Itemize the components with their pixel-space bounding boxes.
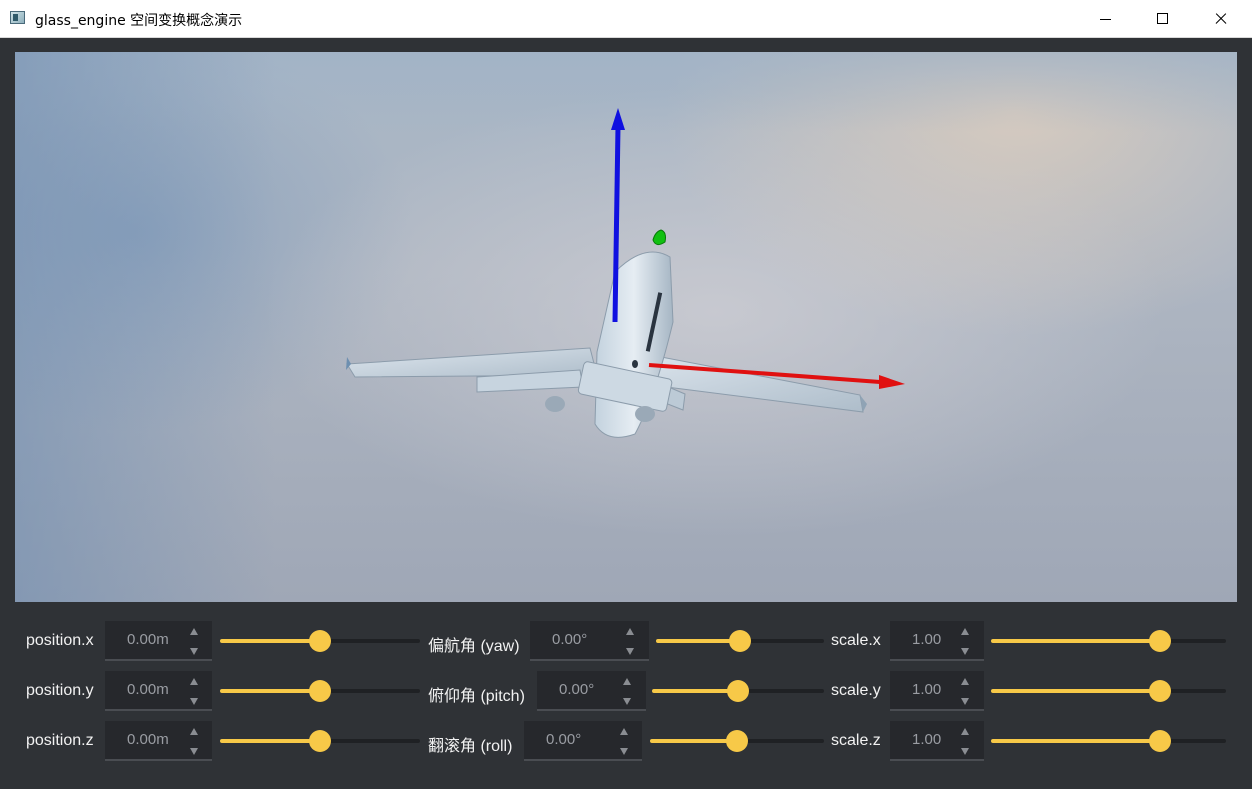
scale-x-value: 1.00 — [912, 631, 942, 648]
scale-z-slider[interactable] — [991, 730, 1226, 752]
pitch-spinbox[interactable]: 0.00° — [537, 671, 646, 711]
scale-x-label: scale.x — [831, 632, 881, 649]
decrement-arrow-icon[interactable] — [620, 748, 628, 755]
yaw-slider-handle[interactable] — [729, 630, 751, 652]
scene-render — [346, 108, 905, 438]
position-y-label: position.y — [26, 682, 94, 699]
position-z-slider-handle[interactable] — [309, 730, 331, 752]
pitch-slider-handle[interactable] — [727, 680, 749, 702]
roll-value: 0.00° — [546, 731, 582, 748]
yaw-value: 0.00° — [552, 631, 588, 648]
increment-arrow-icon[interactable] — [620, 728, 628, 735]
roll-slider-fill — [650, 739, 737, 743]
roll-spinbox[interactable]: 0.00° — [524, 721, 642, 761]
increment-arrow-icon[interactable] — [190, 728, 198, 735]
scale-z-spinbox[interactable]: 1.00 — [890, 721, 984, 761]
yaw-label: 偏航角 (yaw) — [428, 638, 520, 655]
position-z-label: position.z — [26, 732, 94, 749]
position-z-slider[interactable] — [220, 730, 420, 752]
scale-z-slider-handle[interactable] — [1149, 730, 1172, 752]
decrement-arrow-icon[interactable] — [626, 648, 634, 655]
decrement-arrow-icon[interactable] — [961, 698, 969, 705]
increment-arrow-icon[interactable] — [190, 678, 198, 685]
pitch-value: 0.00° — [559, 681, 595, 698]
position-y-spinbox[interactable]: 0.00m — [105, 671, 212, 711]
position-y-value: 0.00m — [127, 681, 169, 698]
scale-y-slider-fill — [991, 689, 1161, 693]
position-z-slider-fill — [220, 739, 320, 743]
app-window-icon — [10, 11, 25, 24]
roll-slider-handle[interactable] — [726, 730, 748, 752]
position-y-slider[interactable] — [220, 680, 420, 702]
scale-y-label: scale.y — [831, 682, 881, 699]
maximize-button[interactable] — [1134, 0, 1192, 38]
decrement-arrow-icon[interactable] — [623, 698, 631, 705]
pitch-label: 俯仰角 (pitch) — [428, 688, 525, 705]
position-z-value: 0.00m — [127, 731, 169, 748]
3d-viewport[interactable] — [15, 52, 1237, 602]
pitch-slider[interactable] — [652, 680, 824, 702]
roll-label: 翻滚角 (roll) — [428, 738, 513, 755]
scale-x-slider-fill — [991, 639, 1161, 643]
scale-z-value: 1.00 — [912, 731, 942, 748]
decrement-arrow-icon[interactable] — [961, 748, 969, 755]
scale-y-value: 1.00 — [912, 681, 942, 698]
scale-y-slider-handle[interactable] — [1149, 680, 1172, 702]
scale-y-slider[interactable] — [991, 680, 1226, 702]
increment-arrow-icon[interactable] — [961, 678, 969, 685]
scale-y-spinbox[interactable]: 1.00 — [890, 671, 984, 711]
increment-arrow-icon[interactable] — [961, 728, 969, 735]
position-x-label: position.x — [26, 632, 94, 649]
pitch-slider-fill — [652, 689, 738, 693]
close-button[interactable] — [1192, 0, 1250, 38]
increment-arrow-icon[interactable] — [190, 628, 198, 635]
airplane-model — [346, 251, 867, 438]
increment-arrow-icon[interactable] — [961, 628, 969, 635]
yaw-slider-fill — [656, 639, 740, 643]
position-x-slider[interactable] — [220, 630, 420, 652]
increment-arrow-icon[interactable] — [623, 678, 631, 685]
position-x-slider-handle[interactable] — [309, 630, 331, 652]
scale-x-spinbox[interactable]: 1.00 — [890, 621, 984, 661]
scale-x-slider-handle[interactable] — [1149, 630, 1172, 652]
minimize-button[interactable] — [1076, 0, 1134, 38]
title-bar: glass_engine 空间变换概念演示 — [0, 0, 1252, 38]
position-x-value: 0.00m — [127, 631, 169, 648]
position-y-slider-handle[interactable] — [309, 680, 331, 702]
roll-slider[interactable] — [650, 730, 824, 752]
scale-x-slider[interactable] — [991, 630, 1226, 652]
decrement-arrow-icon[interactable] — [190, 698, 198, 705]
transform-controls: position.x 0.00m position.y 0.00m positi… — [0, 602, 1252, 789]
yaw-slider[interactable] — [656, 630, 824, 652]
decrement-arrow-icon[interactable] — [190, 648, 198, 655]
scale-z-slider-fill — [991, 739, 1161, 743]
yaw-spinbox[interactable]: 0.00° — [530, 621, 649, 661]
scale-z-label: scale.z — [831, 732, 881, 749]
position-x-spinbox[interactable]: 0.00m — [105, 621, 212, 661]
increment-arrow-icon[interactable] — [626, 628, 634, 635]
decrement-arrow-icon[interactable] — [961, 648, 969, 655]
position-z-spinbox[interactable]: 0.00m — [105, 721, 212, 761]
position-x-slider-fill — [220, 639, 320, 643]
decrement-arrow-icon[interactable] — [190, 748, 198, 755]
position-y-slider-fill — [220, 689, 320, 693]
window-title: glass_engine 空间变换概念演示 — [35, 13, 243, 29]
